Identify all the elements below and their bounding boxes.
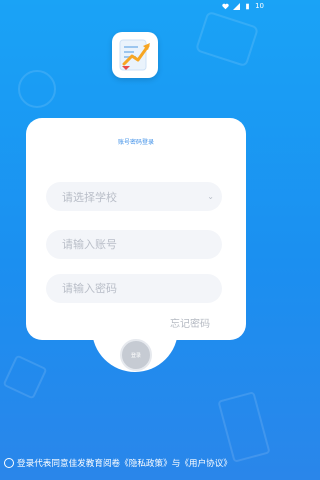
school-select[interactable]: 请选择学校 ⌄ bbox=[46, 182, 222, 211]
background-decoration bbox=[2, 354, 48, 400]
login-mode-title: 账号密码登录 bbox=[117, 139, 154, 146]
background-decoration bbox=[194, 10, 260, 68]
agreement-conjunction: 与 bbox=[171, 459, 181, 469]
battery-icon bbox=[246, 3, 249, 9]
login-button[interactable]: 登录 bbox=[120, 339, 152, 371]
heart-icon bbox=[222, 3, 229, 9]
app-logo bbox=[112, 32, 158, 78]
agreement-text: 登录代表同意佳发教育阅卷 bbox=[17, 459, 121, 469]
privacy-policy-link[interactable]: 《隐私政策》 bbox=[120, 457, 172, 469]
chart-book-icon bbox=[119, 39, 150, 71]
agreement-checkbox[interactable] bbox=[4, 458, 14, 468]
status-bar: 10 bbox=[0, 0, 270, 12]
login-card bbox=[26, 118, 246, 340]
password-input[interactable] bbox=[46, 274, 222, 303]
account-input[interactable] bbox=[46, 230, 222, 259]
chevron-down-icon: ⌄ bbox=[207, 192, 214, 201]
background-decoration bbox=[18, 70, 56, 108]
signal-icon bbox=[233, 2, 241, 10]
status-time: 10 bbox=[255, 2, 264, 10]
forgot-password-link[interactable]: 忘记密码 bbox=[170, 315, 210, 330]
school-select-placeholder: 请选择学校 bbox=[62, 190, 117, 204]
user-agreement-link[interactable]: 《用户协议》 bbox=[180, 457, 232, 469]
background-decoration bbox=[217, 391, 271, 463]
agreement-row: 登录代表同意佳发教育阅卷 《隐私政策》 与 《用户协议》 bbox=[4, 457, 270, 469]
